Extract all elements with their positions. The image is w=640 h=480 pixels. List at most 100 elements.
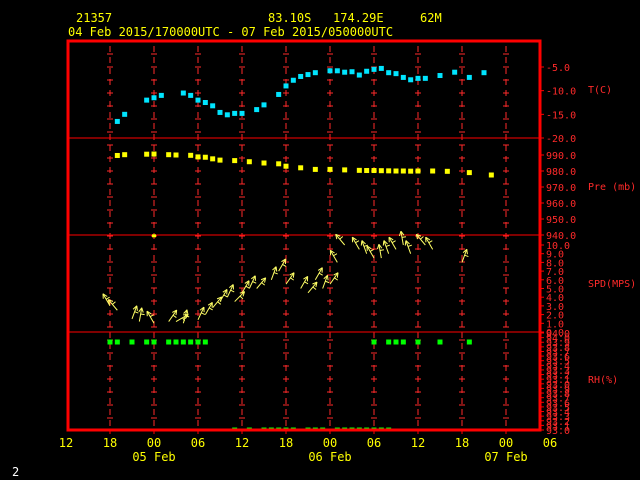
pressure-point xyxy=(400,168,406,174)
x-hour-label: 00 xyxy=(323,436,337,450)
pressure-point xyxy=(173,152,179,158)
wind-barb-feather xyxy=(334,277,338,281)
wind-barb xyxy=(329,272,339,285)
wind-barb xyxy=(212,296,223,308)
wind-barb xyxy=(285,272,295,285)
meteogram-chart: 21357 83.10S 174.29E 62M 04 Feb 2015/170… xyxy=(12,11,636,479)
panel-unit-label: T(C) xyxy=(588,85,612,96)
wind-barb-feather xyxy=(223,294,228,298)
temperature-point xyxy=(415,75,421,81)
wind-barb-feather xyxy=(201,312,206,315)
wind-barb-feather xyxy=(140,313,145,316)
wind-barb-shaft xyxy=(234,291,245,302)
pressure-point xyxy=(151,151,157,157)
wind-barb xyxy=(241,280,250,294)
wind-barb-feather xyxy=(172,314,177,318)
wind-barb-feather xyxy=(355,240,360,244)
pressure-point xyxy=(122,152,128,158)
wind-barb xyxy=(270,266,278,280)
temperature-point xyxy=(158,92,164,98)
temperature-point xyxy=(188,92,194,98)
x-hour-label: 18 xyxy=(455,436,469,450)
temperature-point xyxy=(217,109,223,115)
wind-barb xyxy=(234,291,246,302)
temperature-point xyxy=(254,107,260,113)
temperature-point xyxy=(151,95,157,101)
pressure-point xyxy=(364,168,370,174)
humidity-point xyxy=(151,339,157,345)
axis-tick-label: 960.0 xyxy=(546,199,576,210)
panel-dividers xyxy=(68,137,540,333)
humidity-point xyxy=(466,339,472,345)
temperature-point xyxy=(298,73,304,79)
pressure-point xyxy=(283,163,289,169)
wind-barb-head xyxy=(382,240,385,246)
pressure-point xyxy=(232,158,238,164)
x-hour-label: 18 xyxy=(103,436,117,450)
temperature-point xyxy=(452,69,458,75)
pressure-point xyxy=(415,168,421,174)
temperature-point xyxy=(202,100,208,105)
pressure-point xyxy=(371,168,377,174)
temperature-point xyxy=(400,74,406,80)
wind-barb xyxy=(398,230,407,246)
axis-tick-label: -15.0 xyxy=(546,110,576,121)
wind-barb xyxy=(278,258,287,272)
wind-barb-feather xyxy=(230,289,235,293)
axis-tick-label: 970.0 xyxy=(546,183,576,194)
wind-barb xyxy=(146,310,155,324)
temperature-point xyxy=(386,70,392,76)
panel-unit-label: RH(%) xyxy=(588,375,618,386)
grid-layer xyxy=(107,46,509,430)
wind-barb-feather xyxy=(112,301,116,305)
wind-barb xyxy=(376,243,385,259)
pressure-point xyxy=(466,170,472,176)
wind-barb-head xyxy=(376,244,380,250)
pressure-point xyxy=(444,168,450,174)
temperature-point xyxy=(334,68,340,74)
wind-barb-head xyxy=(360,240,363,246)
temperature-point xyxy=(239,110,245,116)
time-range: 04 Feb 2015/170000UTC - 07 Feb 2015/0500… xyxy=(68,25,393,39)
wind-barb xyxy=(219,289,228,302)
x-hour-label: 00 xyxy=(499,436,513,450)
temperature-point xyxy=(408,77,414,83)
wind-barb-feather xyxy=(217,301,222,305)
wind-barb-head xyxy=(404,240,407,246)
wind-barb xyxy=(415,233,426,246)
temperature-point xyxy=(437,73,443,79)
temperature-point xyxy=(371,66,377,72)
series-layer xyxy=(102,65,494,432)
pressure-point xyxy=(276,161,282,167)
temperature-point xyxy=(210,103,216,109)
wind-barb xyxy=(204,302,213,315)
wind-barb-feather xyxy=(385,244,390,247)
temperature-point xyxy=(144,97,150,103)
temperature-point xyxy=(122,111,128,117)
wind-barb-feather xyxy=(208,307,213,311)
wind-barb-feather xyxy=(245,285,250,289)
humidity-point xyxy=(180,339,186,345)
temperature-point xyxy=(305,72,311,78)
temperature-point xyxy=(290,77,296,83)
x-axis-labels: 12 18 00 06 12 18 00 06 12 18 00 06 05 Feb 06 Feb 07 F… xyxy=(59,430,557,464)
wind-barb xyxy=(461,248,469,263)
wind-barb xyxy=(256,277,267,289)
wind-barb-feather xyxy=(105,296,110,300)
pressure-point xyxy=(114,152,120,158)
humidity-point xyxy=(393,339,399,345)
humidity-point xyxy=(166,339,172,345)
temperature-point xyxy=(224,112,230,118)
pressure-point xyxy=(166,152,172,158)
temperature-point xyxy=(466,74,472,80)
axis-tick-label: -5.0 xyxy=(546,63,570,74)
temperature-point xyxy=(180,90,186,96)
x-hour-label: 00 xyxy=(147,436,161,450)
pressure-point xyxy=(393,168,399,174)
wind-barb xyxy=(131,305,139,320)
wind-barb-feather xyxy=(428,240,433,244)
pressure-point xyxy=(152,234,156,238)
temperature-point xyxy=(312,70,318,76)
axis-tick-label: 980.0 xyxy=(546,167,576,178)
wind-barb-feather xyxy=(401,236,407,238)
